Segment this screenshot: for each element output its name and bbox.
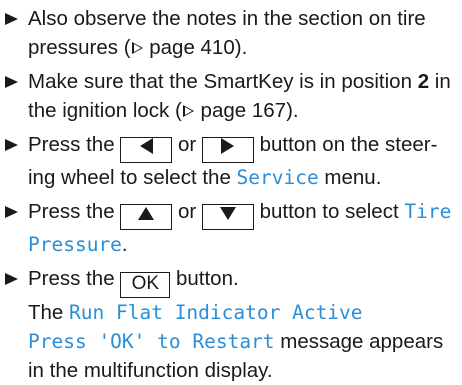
left-arrow-icon: [139, 138, 153, 154]
step-2-text-c: ).: [286, 99, 299, 122]
step-4: Press the or button to select Tire Press…: [2, 197, 462, 259]
step-5-text-b: button.: [170, 267, 239, 290]
display-message-line-1: Run Flat Indicator Active: [69, 301, 363, 324]
step-2-text-a: Make sure that the SmartKey is in positi…: [28, 70, 418, 93]
right-arrow-icon: [221, 138, 235, 154]
left-button: [120, 137, 173, 163]
step-3: Press the or button on the steer-ing whe…: [2, 130, 462, 192]
step-5-text-a: Press the: [28, 267, 121, 290]
ok-button: OK: [120, 272, 171, 298]
up-arrow-icon: [138, 207, 155, 220]
bullet-arrow-icon: [5, 13, 18, 25]
instruction-page: Also observe the notes in the section on…: [0, 0, 462, 382]
step-2: Make sure that the SmartKey is in positi…: [2, 67, 462, 125]
step-3-or: or: [172, 133, 202, 156]
step-2-page-ref[interactable]: page 167: [201, 99, 287, 122]
up-button: [120, 204, 173, 230]
service-menu-label: Service: [236, 166, 319, 189]
step-1-page-ref[interactable]: page 410: [149, 36, 235, 59]
step-4-text-c: .: [121, 233, 128, 256]
step-4-or: or: [172, 200, 202, 223]
step-1-text-b: ).: [234, 36, 248, 59]
step-3-text-c: menu.: [318, 166, 382, 189]
bullet-arrow-icon: [5, 273, 18, 285]
down-button: [201, 204, 254, 230]
display-message-line-2: Press 'OK' to Restart: [28, 330, 275, 353]
bullet-arrow-icon: [5, 76, 18, 88]
page-ref-icon: [131, 42, 143, 54]
step-1: Also observe the notes in the section on…: [2, 4, 462, 62]
down-arrow-icon: [219, 207, 236, 220]
bullet-arrow-icon: [5, 139, 18, 151]
right-button: [201, 137, 254, 163]
key-position: 2: [417, 70, 430, 93]
step-3-text-a: Press the: [28, 133, 121, 156]
step-4-text-a: Press the: [28, 200, 121, 223]
step-5-text-c: The: [28, 301, 70, 324]
step-5: Press the OK button. The Run Flat Indica…: [2, 264, 462, 385]
bullet-arrow-icon: [5, 206, 18, 218]
page-ref-icon: [182, 105, 194, 117]
step-4-text-b: button to select: [253, 200, 405, 223]
